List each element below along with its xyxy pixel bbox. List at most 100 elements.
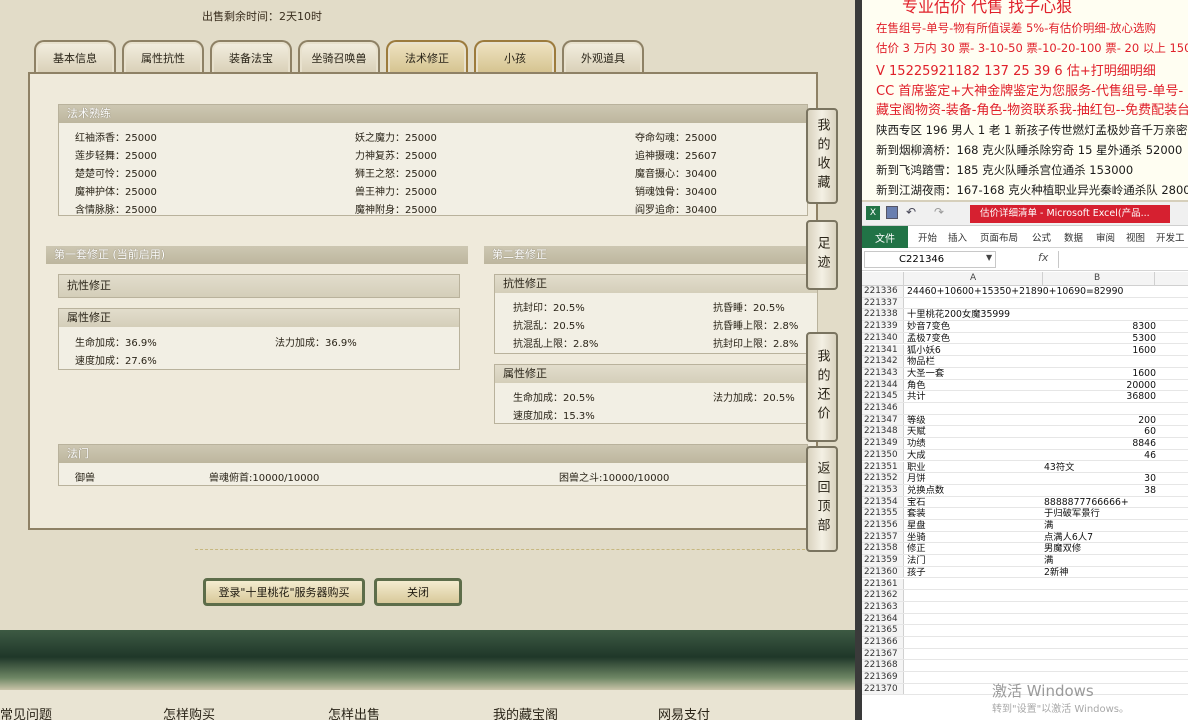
cell-a[interactable]: 法门 (907, 555, 926, 567)
undo-icon[interactable]: ↶ (906, 205, 916, 219)
sheet-row[interactable]: 221342 物品栏 (862, 356, 1188, 368)
tab-attributes[interactable]: 属性抗性 (122, 40, 204, 74)
cell-a[interactable]: 修正 (907, 543, 926, 555)
cell-b[interactable]: 38 (1144, 485, 1156, 497)
redo-icon[interactable]: ↷ (934, 205, 944, 219)
sheet-row[interactable]: 221344 角色 20000 (862, 379, 1188, 392)
tab-equipment[interactable]: 装备法宝 (210, 40, 292, 74)
ribbon-tab-home[interactable]: 开始 (918, 230, 937, 244)
cell-b[interactable]: 8846 (1132, 438, 1156, 450)
tab-mounts-pets[interactable]: 坐骑召唤兽 (298, 40, 380, 74)
formula-input[interactable] (1058, 251, 1186, 268)
tab-spell-correction[interactable]: 法术修正 (386, 40, 468, 74)
sheet-row[interactable]: 221336 24460+10600+15350+21890+10690=8299… (862, 286, 1188, 298)
side-button-my-bargain[interactable]: 我的还价 (806, 332, 838, 442)
cell-a[interactable]: 大圣一套 (907, 368, 944, 380)
row-number[interactable]: 221349 (862, 438, 904, 449)
cell-b-text[interactable]: 满 (1044, 555, 1053, 567)
cell-a[interactable]: 功绩 (907, 438, 926, 450)
tab-child[interactable]: 小孩 (474, 40, 556, 74)
cell-b-text[interactable]: 于归破军景行 (1044, 508, 1100, 520)
cell-a[interactable]: 星盘 (907, 520, 926, 532)
ribbon-tab-formulas[interactable]: 公式 (1032, 230, 1051, 244)
row-number[interactable]: 221341 (862, 344, 904, 356)
cell-a[interactable]: 孟极7变色 (907, 333, 950, 345)
cell-a[interactable]: 妙音7变色 (907, 321, 950, 333)
row-number[interactable]: 221339 (862, 321, 904, 332)
row-number[interactable]: 221354 (862, 496, 904, 508)
sheet-row[interactable]: 221338 十里桃花200女魔35999 (862, 309, 1188, 322)
sheet-row[interactable]: 221353 兑换点数 38 (862, 484, 1188, 497)
row-number[interactable]: 221348 (862, 426, 904, 438)
sheet-row[interactable]: 221358 修正 男魔双修 (862, 543, 1188, 556)
row-number[interactable]: 221359 (862, 555, 904, 566)
cell-b[interactable]: 1600 (1132, 368, 1156, 380)
sheet-row[interactable]: 221360 孩子 2新神 (862, 566, 1188, 579)
row-number[interactable]: 221367 (862, 648, 904, 660)
row-number[interactable]: 221357 (862, 531, 904, 543)
cell-b-text[interactable]: 43符文 (1044, 462, 1074, 474)
side-button-favorites[interactable]: 我的收藏 (806, 108, 838, 204)
sheet-row[interactable]: 221355 套装 于归破军景行 (862, 508, 1188, 520)
row-number[interactable]: 221362 (862, 590, 904, 601)
sheet-row[interactable]: 221356 星盘 满 (862, 520, 1188, 532)
ribbon-tab-page-layout[interactable]: 页面布局 (980, 230, 1018, 244)
sheet-row[interactable]: 221366 (862, 637, 1188, 649)
row-number[interactable]: 221344 (862, 379, 904, 391)
sheet-row[interactable]: 221364 (862, 613, 1188, 626)
row-number[interactable]: 221369 (862, 672, 904, 683)
cell-a[interactable]: 24460+10600+15350+21890+10690=82990 (907, 286, 1123, 298)
row-number[interactable]: 221338 (862, 309, 904, 321)
sheet-row[interactable]: 221361 (862, 578, 1188, 591)
close-button[interactable]: 关闭 (374, 578, 462, 606)
cell-b[interactable]: 20000 (1126, 380, 1156, 392)
cell-b-text[interactable]: 2新神 (1044, 567, 1069, 579)
sheet-row[interactable]: 221363 (862, 601, 1188, 614)
ribbon-tab-review[interactable]: 审阅 (1096, 230, 1115, 244)
row-number[interactable]: 221364 (862, 613, 904, 625)
cell-b-text[interactable]: 满 (1044, 520, 1053, 532)
tab-appearance[interactable]: 外观道具 (562, 40, 644, 74)
cell-a[interactable]: 月饼 (907, 473, 926, 485)
cell-b[interactable]: 36800 (1126, 391, 1156, 403)
sheet-row[interactable]: 221352 月饼 30 (862, 473, 1188, 485)
sheet-row[interactable]: 221350 大成 46 (862, 449, 1188, 462)
cell-b-text[interactable]: 8888877766666+ (1044, 497, 1129, 509)
row-number[interactable]: 221351 (862, 461, 904, 473)
cell-b[interactable]: 8300 (1132, 321, 1156, 333)
cell-b[interactable]: 60 (1144, 426, 1156, 438)
footer-link-faq[interactable]: 常见问题 (0, 704, 52, 720)
name-box[interactable]: C221346 (864, 251, 996, 268)
row-number[interactable]: 221352 (862, 473, 904, 484)
column-header-b[interactable]: B (1094, 273, 1100, 283)
row-number[interactable]: 221336 (862, 286, 904, 297)
row-number[interactable]: 221363 (862, 601, 904, 613)
row-number[interactable]: 221358 (862, 543, 904, 555)
sheet-row[interactable]: 221346 (862, 403, 1188, 415)
cell-b[interactable]: 1600 (1132, 345, 1156, 357)
footer-link-netease-pay[interactable]: 网易支付 (658, 704, 710, 720)
chevron-down-icon[interactable]: ▼ (986, 253, 992, 262)
cell-a[interactable]: 天赋 (907, 426, 926, 438)
cell-b[interactable]: 5300 (1132, 333, 1156, 345)
cell-b[interactable]: 46 (1144, 450, 1156, 462)
sheet-row[interactable]: 221351 职业 43符文 (862, 461, 1188, 474)
sheet-row[interactable]: 221345 共计 36800 (862, 391, 1188, 403)
row-number[interactable]: 221337 (862, 297, 904, 309)
row-number[interactable]: 221347 (862, 414, 904, 426)
sheet-row[interactable]: 221354 宝石 8888877766666+ (862, 496, 1188, 509)
sheet-row[interactable]: 221339 妙音7变色 8300 (862, 321, 1188, 333)
row-number[interactable]: 221346 (862, 403, 904, 414)
footer-link-how-to-buy[interactable]: 怎样购买 (163, 704, 215, 720)
row-number[interactable]: 221368 (862, 660, 904, 672)
sheet-row[interactable]: 221362 (862, 590, 1188, 602)
row-number[interactable]: 221340 (862, 332, 904, 344)
column-header-a[interactable]: A (970, 273, 976, 283)
ribbon-tab-view[interactable]: 视图 (1126, 230, 1145, 244)
cell-a[interactable]: 共计 (907, 391, 926, 403)
cell-b-text[interactable]: 点满人6人7 (1044, 532, 1093, 544)
row-number[interactable]: 221366 (862, 637, 904, 648)
row-number[interactable]: 221343 (862, 367, 904, 379)
row-number[interactable]: 221365 (862, 625, 904, 636)
ribbon-tab-developer[interactable]: 开发工 (1156, 230, 1185, 244)
